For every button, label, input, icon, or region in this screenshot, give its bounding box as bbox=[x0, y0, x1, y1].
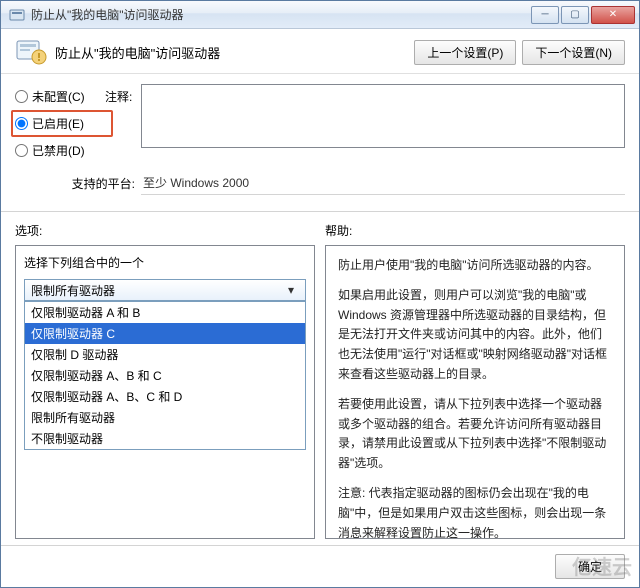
help-p4: 注意: 代表指定驱动器的图标仍会出现在"我的电脑"中，但是如果用户双击这些图标，… bbox=[338, 484, 612, 539]
help-p1: 防止用户使用"我的电脑"访问所选驱动器的内容。 bbox=[338, 256, 612, 276]
radio-not-configured-input[interactable] bbox=[15, 90, 28, 103]
enabled-highlight: 已启用(E) bbox=[11, 110, 113, 137]
help-label: 帮助: bbox=[325, 222, 625, 239]
radio-enabled[interactable]: 已启用(E) bbox=[15, 115, 105, 132]
policy-editor-window: 防止从"我的电脑"访问驱动器 ─ ▢ ✕ 防止从"我的电脑"访问驱动器 上一个设… bbox=[0, 0, 640, 588]
titlebar-text: 防止从"我的电脑"访问驱动器 bbox=[31, 6, 529, 23]
dropdown-item[interactable]: 限制所有驱动器 bbox=[25, 407, 305, 428]
dropdown-item[interactable]: 仅限制驱动器 A 和 B bbox=[25, 302, 305, 323]
minimize-button[interactable]: ─ bbox=[531, 6, 559, 24]
platform-label: 支持的平台: bbox=[15, 175, 141, 192]
radio-enabled-input[interactable] bbox=[15, 117, 28, 130]
app-icon bbox=[9, 7, 25, 23]
comment-textarea[interactable] bbox=[141, 84, 625, 148]
radio-disabled-label: 已禁用(D) bbox=[32, 142, 85, 159]
panels: 选择下列组合中的一个 限制所有驱动器 ▾ 仅限制驱动器 A 和 B仅限制驱动器 … bbox=[1, 245, 639, 545]
nav-buttons: 上一个设置(P) 下一个设置(N) bbox=[414, 40, 625, 65]
drive-dropdown: 仅限制驱动器 A 和 B仅限制驱动器 C仅限制 D 驱动器仅限制驱动器 A、B … bbox=[24, 301, 306, 450]
next-setting-button[interactable]: 下一个设置(N) bbox=[522, 40, 625, 65]
close-button[interactable]: ✕ bbox=[591, 6, 635, 24]
platform-row: 支持的平台: 至少 Windows 2000 bbox=[15, 171, 625, 195]
radio-not-configured-label: 未配置(C) bbox=[32, 88, 85, 105]
radio-disabled[interactable]: 已禁用(D) bbox=[15, 142, 105, 159]
comment-label: 注释: bbox=[105, 84, 141, 105]
drive-combo-value: 限制所有驱动器 bbox=[31, 282, 115, 299]
help-p3: 若要使用此设置，请从下拉列表中选择一个驱动器或多个驱动器的组合。若要允许访问所有… bbox=[338, 395, 612, 474]
footer: 确定 bbox=[1, 545, 639, 587]
policy-icon bbox=[15, 37, 47, 67]
radio-enabled-label: 已启用(E) bbox=[32, 115, 84, 132]
drive-combo[interactable]: 限制所有驱动器 ▾ bbox=[24, 279, 306, 301]
radio-not-configured[interactable]: 未配置(C) bbox=[15, 88, 105, 105]
window-controls: ─ ▢ ✕ bbox=[529, 6, 635, 24]
chevron-down-icon: ▾ bbox=[283, 283, 299, 297]
combo-prompt: 选择下列组合中的一个 bbox=[24, 254, 306, 271]
drive-combo-wrap: 限制所有驱动器 ▾ 仅限制驱动器 A 和 B仅限制驱动器 C仅限制 D 驱动器仅… bbox=[24, 279, 306, 301]
maximize-button[interactable]: ▢ bbox=[561, 6, 589, 24]
platform-value: 至少 Windows 2000 bbox=[141, 171, 625, 195]
radio-disabled-input[interactable] bbox=[15, 144, 28, 157]
config-area: 未配置(C) 已启用(E) 已禁用(D) 注释: 支持的平台: 至少 Windo… bbox=[1, 74, 639, 205]
ok-button[interactable]: 确定 bbox=[555, 554, 625, 579]
prev-setting-button[interactable]: 上一个设置(P) bbox=[414, 40, 516, 65]
panel-labels: 选项: 帮助: bbox=[1, 212, 639, 245]
dropdown-item[interactable]: 仅限制驱动器 A、B、C 和 D bbox=[25, 386, 305, 407]
page-title: 防止从"我的电脑"访问驱动器 bbox=[55, 43, 414, 62]
dropdown-item[interactable]: 不限制驱动器 bbox=[25, 428, 305, 449]
dropdown-item[interactable]: 仅限制 D 驱动器 bbox=[25, 344, 305, 365]
dropdown-item[interactable]: 仅限制驱动器 A、B 和 C bbox=[25, 365, 305, 386]
header: 防止从"我的电脑"访问驱动器 上一个设置(P) 下一个设置(N) bbox=[1, 29, 639, 74]
titlebar: 防止从"我的电脑"访问驱动器 ─ ▢ ✕ bbox=[1, 1, 639, 29]
state-radio-group: 未配置(C) 已启用(E) 已禁用(D) bbox=[15, 84, 105, 159]
options-label: 选项: bbox=[15, 222, 325, 239]
options-panel: 选择下列组合中的一个 限制所有驱动器 ▾ 仅限制驱动器 A 和 B仅限制驱动器 … bbox=[15, 245, 315, 539]
dropdown-item[interactable]: 仅限制驱动器 C bbox=[25, 323, 305, 344]
help-p2: 如果启用此设置，则用户可以浏览"我的电脑"或 Windows 资源管理器中所选驱… bbox=[338, 286, 612, 385]
help-panel[interactable]: 防止用户使用"我的电脑"访问所选驱动器的内容。 如果启用此设置，则用户可以浏览"… bbox=[325, 245, 625, 539]
